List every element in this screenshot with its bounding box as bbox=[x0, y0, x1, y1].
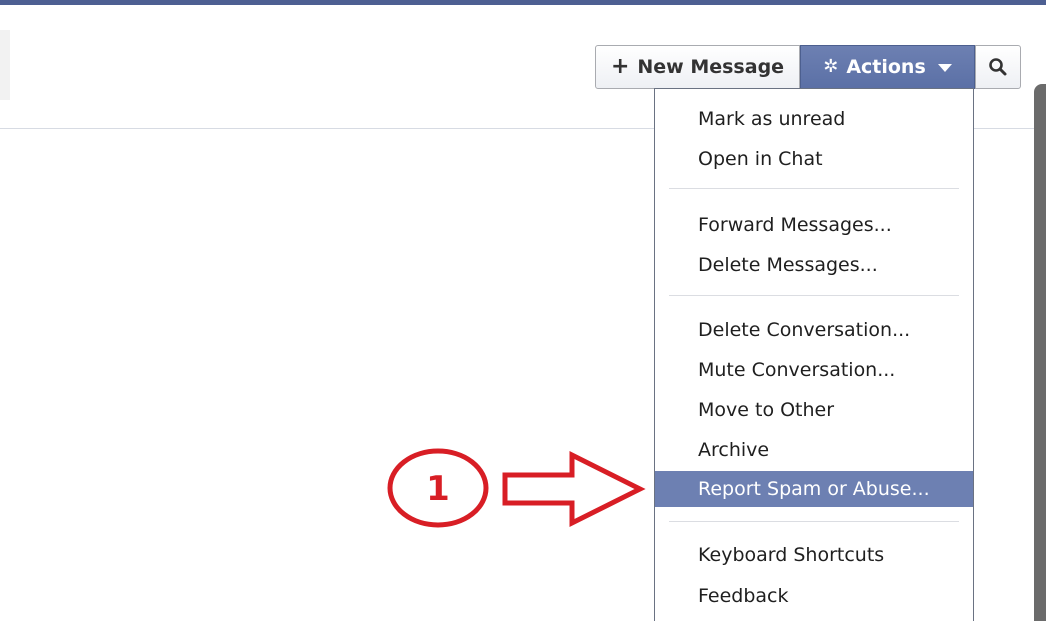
menu-item-label: Move to Other bbox=[698, 399, 835, 421]
menu-item-label: Report Spam or Abuse... bbox=[698, 478, 930, 500]
menu-item-label: Mute Conversation... bbox=[698, 359, 896, 381]
menu-item-label: Delete Conversation... bbox=[698, 319, 911, 341]
menu-item-label: Delete Messages... bbox=[698, 254, 878, 276]
right-arrow-icon bbox=[502, 450, 646, 528]
menu-item-label: Archive bbox=[698, 439, 770, 461]
search-button[interactable] bbox=[975, 45, 1021, 89]
menu-item-delete-conversation[interactable]: Delete Conversation... bbox=[655, 312, 973, 348]
gear-icon: ✲ bbox=[823, 56, 839, 77]
search-icon bbox=[989, 58, 1007, 76]
menu-item-report-spam-or-abuse[interactable]: Report Spam or Abuse... bbox=[655, 471, 973, 507]
menu-item-mute-conversation[interactable]: Mute Conversation... bbox=[655, 352, 973, 388]
annotation-callout: 1 bbox=[387, 448, 646, 528]
menu-separator bbox=[669, 295, 959, 296]
left-edge-shadow bbox=[0, 30, 10, 100]
menu-item-label: Mark as unread bbox=[698, 108, 846, 130]
menu-item-keyboard-shortcuts[interactable]: Keyboard Shortcuts bbox=[655, 537, 973, 573]
menu-item-label: Keyboard Shortcuts bbox=[698, 544, 885, 566]
menu-item-mark-as-unread[interactable]: Mark as unread bbox=[655, 101, 973, 137]
annotation-number: 1 bbox=[426, 469, 450, 509]
new-message-label: New Message bbox=[637, 56, 785, 78]
right-scroll-bar[interactable] bbox=[1034, 84, 1046, 621]
menu-item-open-in-chat[interactable]: Open in Chat bbox=[655, 141, 973, 177]
menu-item-move-to-other[interactable]: Move to Other bbox=[655, 392, 973, 428]
menu-item-label: Open in Chat bbox=[698, 148, 823, 170]
new-message-button[interactable]: + New Message bbox=[595, 45, 800, 89]
menu-item-delete-messages[interactable]: Delete Messages... bbox=[655, 247, 973, 283]
actions-button[interactable]: ✲ Actions bbox=[800, 45, 975, 89]
caret-down-icon bbox=[937, 64, 952, 72]
menu-item-label: Feedback bbox=[698, 585, 789, 607]
menu-item-feedback[interactable]: Feedback bbox=[655, 578, 973, 614]
menu-item-forward-messages[interactable]: Forward Messages... bbox=[655, 207, 973, 243]
menu-item-label: Forward Messages... bbox=[698, 214, 892, 236]
actions-dropdown-menu: Mark as unread Open in Chat Forward Mess… bbox=[654, 88, 974, 621]
plus-icon: + bbox=[610, 54, 630, 79]
actions-label: Actions bbox=[846, 56, 926, 78]
message-toolbar: + New Message ✲ Actions bbox=[595, 45, 1021, 89]
menu-separator bbox=[669, 188, 959, 189]
menu-item-archive[interactable]: Archive bbox=[655, 432, 973, 468]
menu-separator bbox=[669, 521, 959, 522]
